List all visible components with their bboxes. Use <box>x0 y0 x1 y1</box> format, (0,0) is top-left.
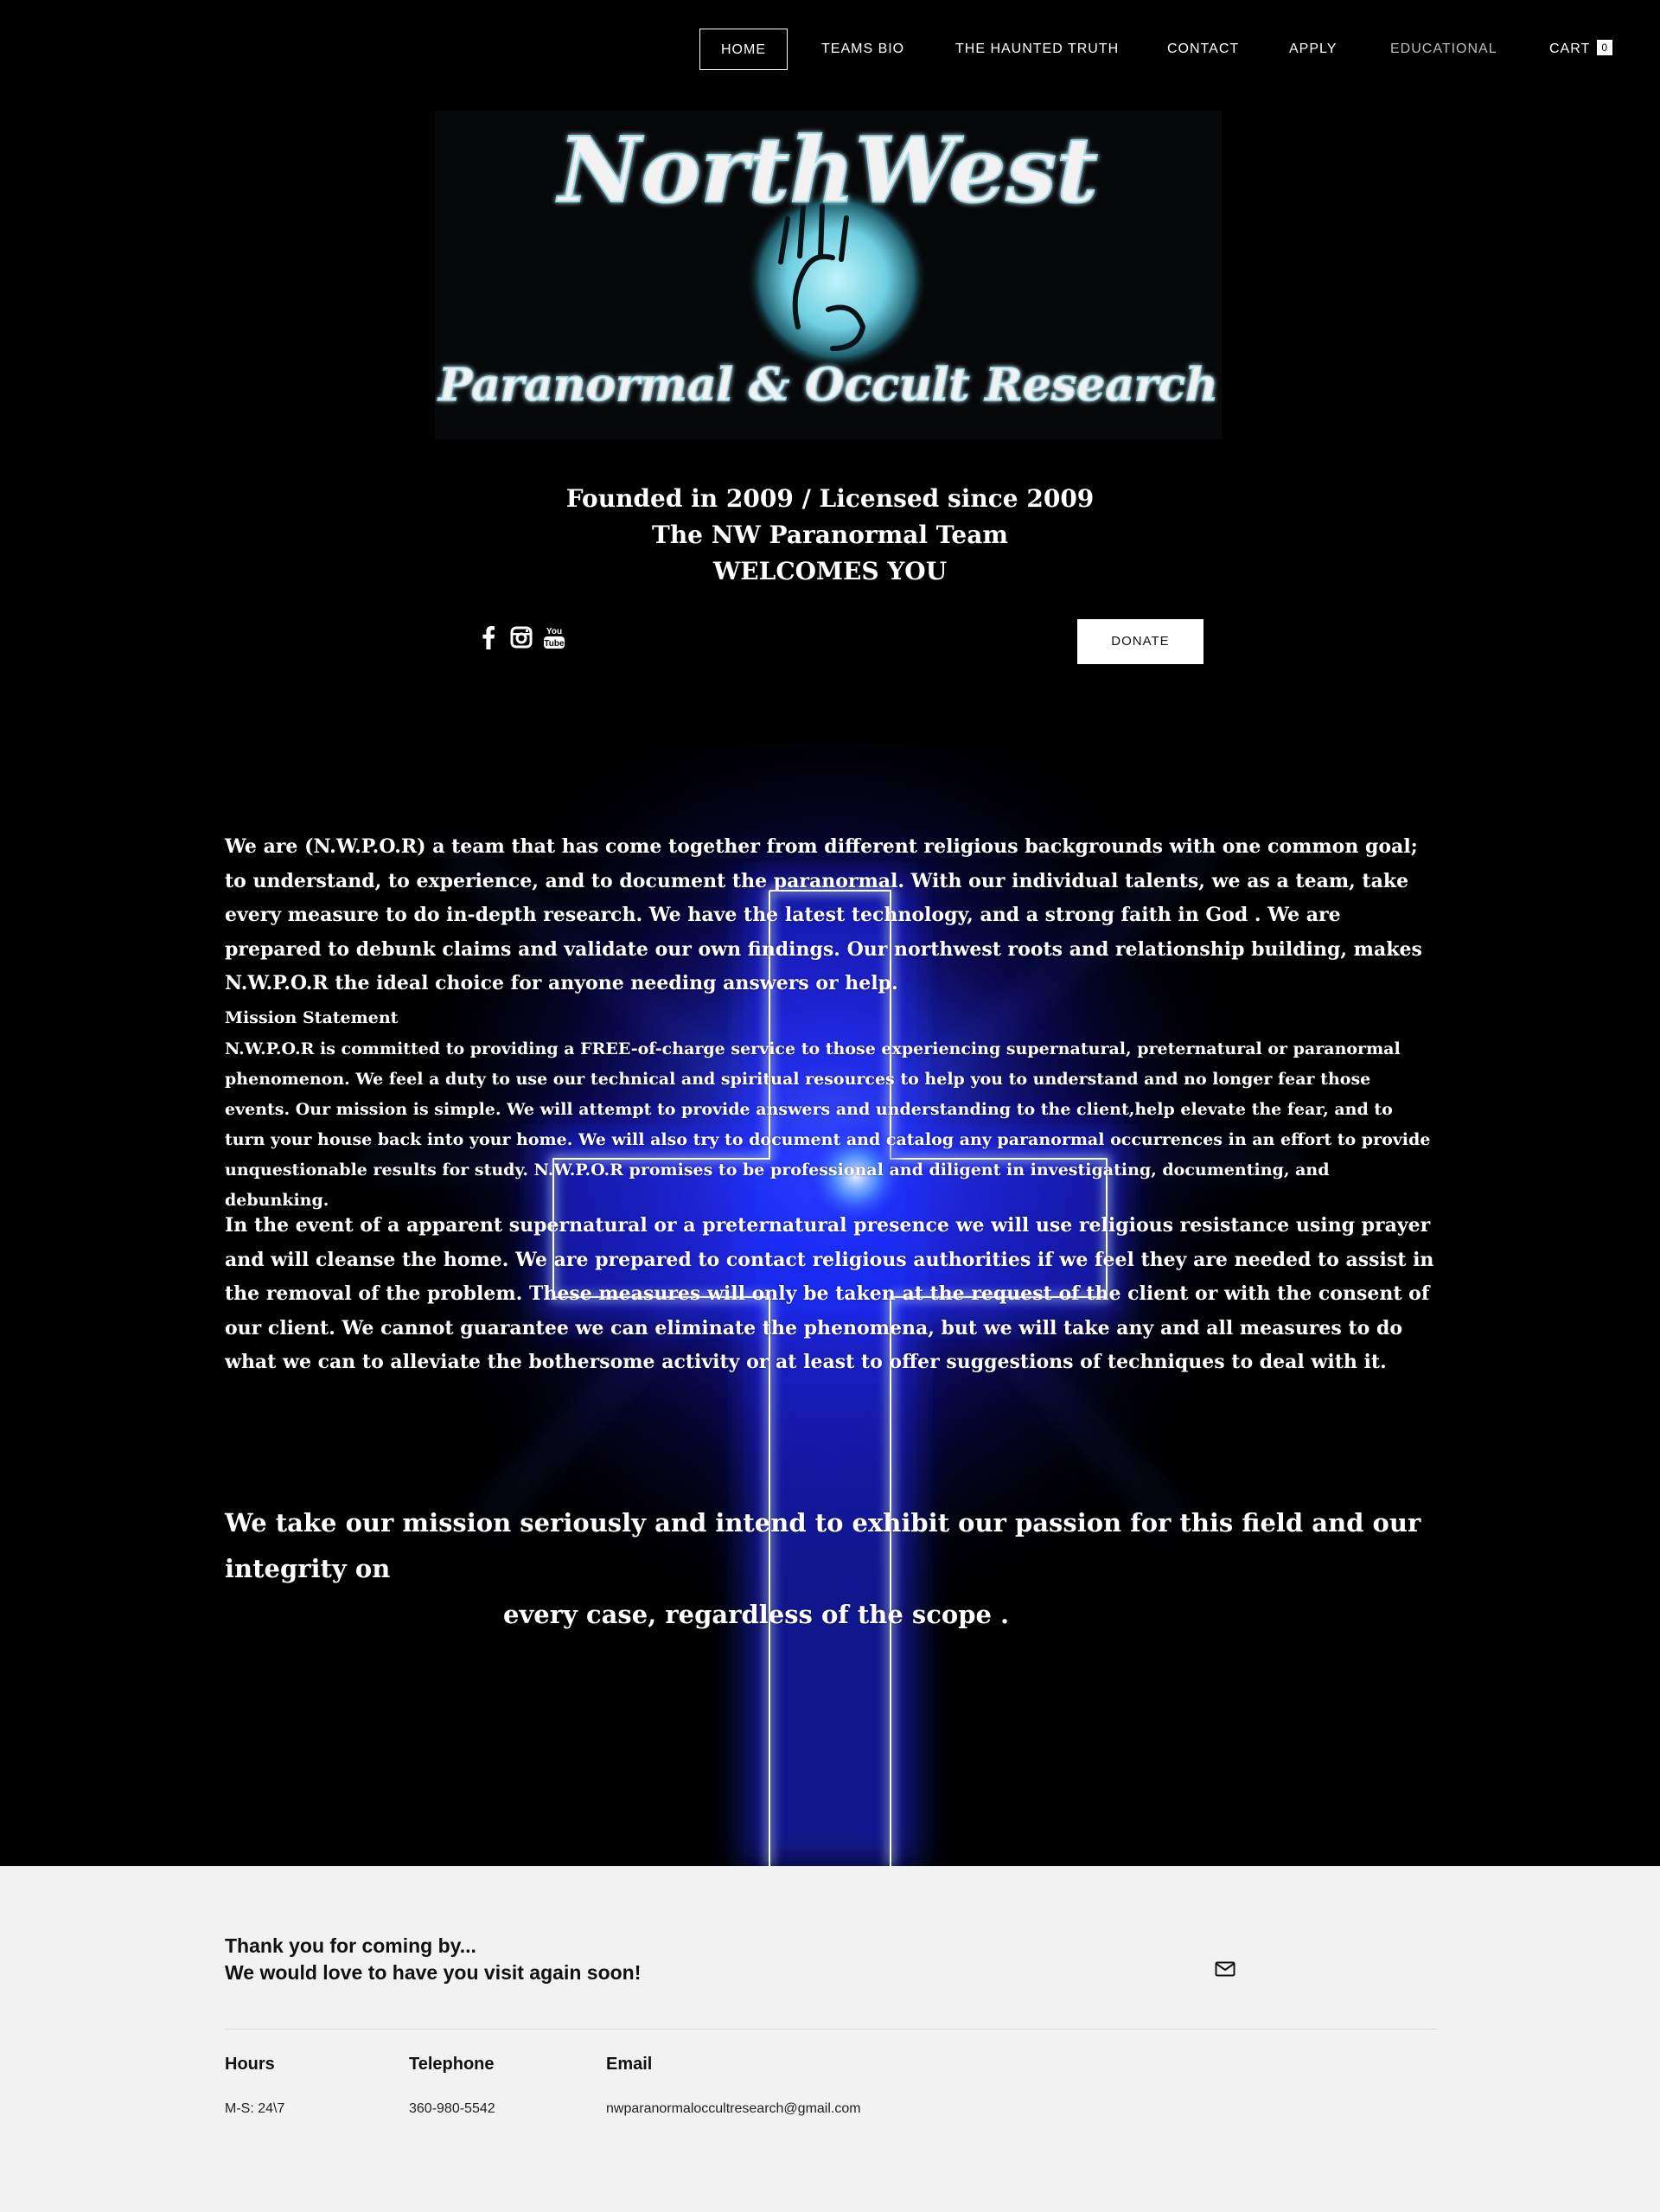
email-value[interactable]: nwparanormaloccultresearch@gmail.com <box>606 2100 861 2119</box>
email-label: Email <box>606 2055 653 2074</box>
hero-text: Founded in 2009 / Licensed since 2009 Th… <box>0 481 1660 590</box>
nav-cart[interactable]: CART 0 <box>1549 29 1613 70</box>
hours-label: Hours <box>225 2055 275 2074</box>
hero-line-team: The NW Paranormal Team <box>651 521 1009 549</box>
facebook-icon[interactable] <box>477 624 500 650</box>
nav-haunted-truth[interactable]: THE HAUNTED TRUTH <box>955 29 1119 70</box>
hours-value: M-S: 24\7 <box>225 2101 285 2116</box>
nav-educational[interactable]: EDUCATIONAL <box>1390 29 1497 70</box>
telephone-value[interactable]: 360-980-5542 <box>409 2100 495 2119</box>
telephone-label: Telephone <box>409 2055 495 2074</box>
footer-divider <box>225 2029 1437 2030</box>
mission-section: We are (N.W.P.O.R) a team that has come … <box>0 744 1660 1866</box>
telephone-column: Telephone 360-980-5542 <box>409 2053 495 2119</box>
nav-home[interactable]: HOME <box>699 29 788 70</box>
cart-count-badge: 0 <box>1597 40 1613 55</box>
thanks-line-2: We would love to have you visit again so… <box>225 1961 642 1984</box>
closing-statement: We take our mission seriously and intend… <box>225 1500 1435 1638</box>
mission-statement-body: N.W.P.O.R is committed to providing a FR… <box>225 1039 1431 1210</box>
logo-graphic: NorthWest Paranormal & Occult Research <box>435 111 1222 439</box>
closing-line-1: We take our mission seriously and intend… <box>225 1508 1421 1583</box>
youtube-icon[interactable]: You Tube <box>543 624 565 650</box>
main-nav: HOME TEAMS BIO THE HAUNTED TRUTH CONTACT… <box>0 29 1660 70</box>
closing-line-2: every case, regardless of the scope . <box>503 1600 1010 1629</box>
logo-title: NorthWest <box>556 117 1098 223</box>
nav-teams-bio[interactable]: TEAMS BIO <box>821 29 904 70</box>
intro-paragraph: We are (N.W.P.O.R) a team that has come … <box>225 835 1422 994</box>
cleansing-paragraph: In the event of a apparent supernatural … <box>225 1214 1434 1373</box>
nav-contact[interactable]: CONTACT <box>1167 29 1239 70</box>
donate-button[interactable]: DONATE <box>1077 619 1204 664</box>
site-logo[interactable]: NorthWest Paranormal & Occult Research <box>435 111 1222 439</box>
mission-statement-heading: Mission Statement <box>225 1008 399 1027</box>
site-footer: Thank you for coming by... We would love… <box>0 1866 1660 2212</box>
cart-label: CART <box>1549 42 1591 56</box>
mail-icon[interactable] <box>1215 1961 1235 1981</box>
svg-text:Tube: Tube <box>544 639 565 649</box>
hero-line-welcome: WELCOMES YOU <box>712 557 948 585</box>
thanks-line-1: Thank you for coming by... <box>225 1934 476 1957</box>
svg-text:You: You <box>546 627 562 636</box>
social-links: You Tube <box>477 623 565 652</box>
instagram-icon[interactable] <box>510 624 533 650</box>
logo-subtitle: Paranormal & Occult Research <box>437 359 1218 412</box>
footer-thanks: Thank you for coming by... We would love… <box>225 1933 641 1986</box>
email-column: Email nwparanormaloccultresearch@gmail.c… <box>606 2053 861 2119</box>
hours-column: Hours M-S: 24\7 <box>225 2053 284 2119</box>
hero-line-founded: Founded in 2009 / Licensed since 2009 <box>565 484 1095 513</box>
nav-apply[interactable]: APPLY <box>1289 29 1337 70</box>
